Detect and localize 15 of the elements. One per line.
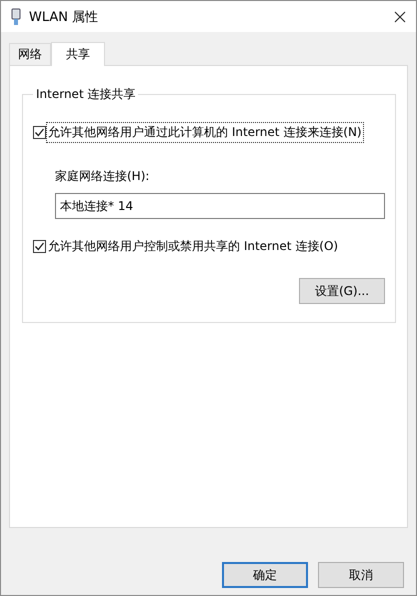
input-field[interactable]: 本地连接* 14 [55, 193, 385, 219]
field-label: 家庭网络连接(H): [55, 168, 150, 185]
network-adapter-icon [11, 8, 21, 26]
checkbox[interactable] [33, 240, 46, 253]
ok-button[interactable]: 确定 [222, 562, 308, 588]
tab[interactable]: 网络 [9, 43, 51, 65]
close-icon[interactable] [394, 10, 406, 22]
checkbox-label[interactable]: 允许其他网络用户控制或禁用共享的 Internet 连接(O) [47, 237, 340, 256]
checkbox-label[interactable]: 允许其他网络用户通过此计算机的 Internet 连接来连接(N) [47, 123, 363, 142]
settings-button[interactable]: 设置(G)... [299, 278, 385, 304]
cancel-button[interactable]: 取消 [318, 562, 404, 588]
window-title: WLAN 属性 [29, 8, 100, 26]
group-title: Internet 连接共享 [35, 86, 136, 103]
tab[interactable]: 共享 [51, 42, 105, 66]
checkbox[interactable] [33, 126, 46, 139]
